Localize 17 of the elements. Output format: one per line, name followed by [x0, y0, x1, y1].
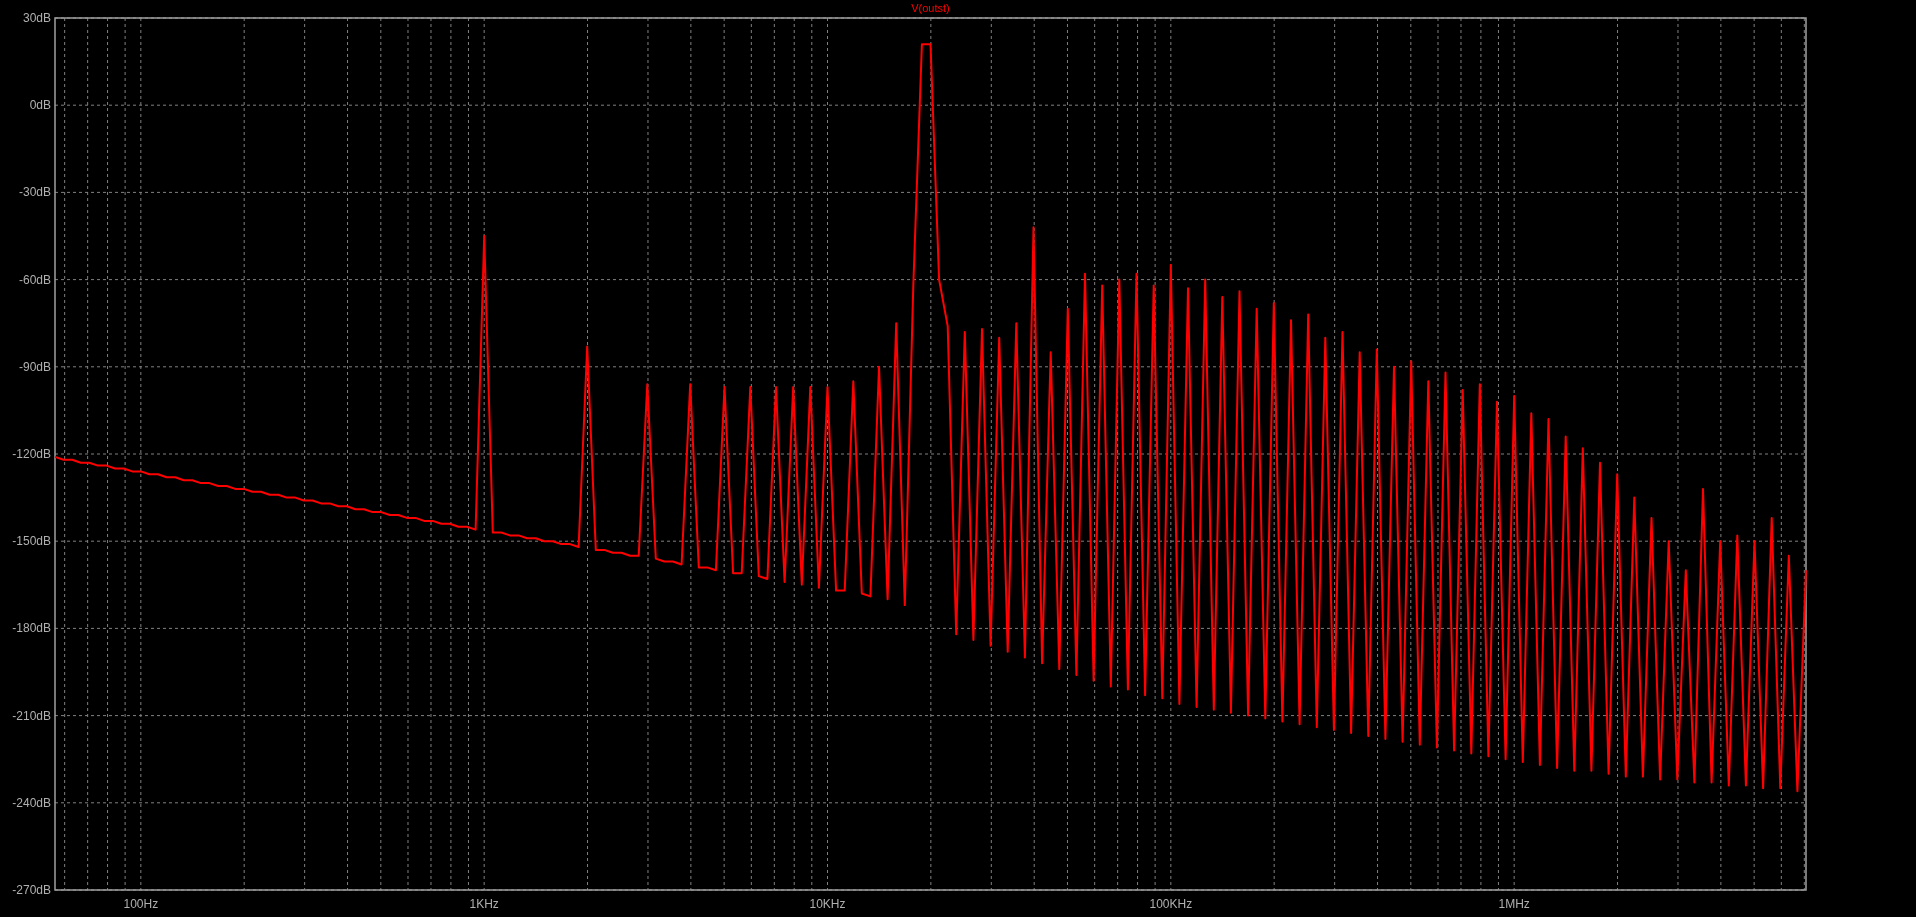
x-axis-label: 100KHz [1149, 897, 1193, 911]
y-axis-label: 30dB [22, 11, 51, 25]
y-axis-label: -60dB [18, 272, 51, 287]
x-axis-label: 10KHz [809, 897, 846, 911]
x-axis-label: 1KHz [469, 897, 499, 911]
y-axis-label: -240dB [12, 795, 51, 810]
y-axis-label: -30dB [18, 185, 51, 200]
x-axis-label: 1MHz [1498, 897, 1530, 911]
y-axis-label: -270dB [12, 883, 51, 897]
y-axis-label: -120dB [12, 447, 51, 461]
trace-label: V(outst) [911, 2, 950, 14]
y-axis-label: -90dB [18, 359, 51, 374]
y-axis-label: -150dB [12, 534, 51, 549]
y-axis-label: -210dB [12, 708, 51, 723]
y-axis-label: -180dB [12, 621, 51, 636]
x-axis-label: 100Hz [123, 897, 159, 911]
y-axis-label: 0dB [29, 98, 51, 113]
